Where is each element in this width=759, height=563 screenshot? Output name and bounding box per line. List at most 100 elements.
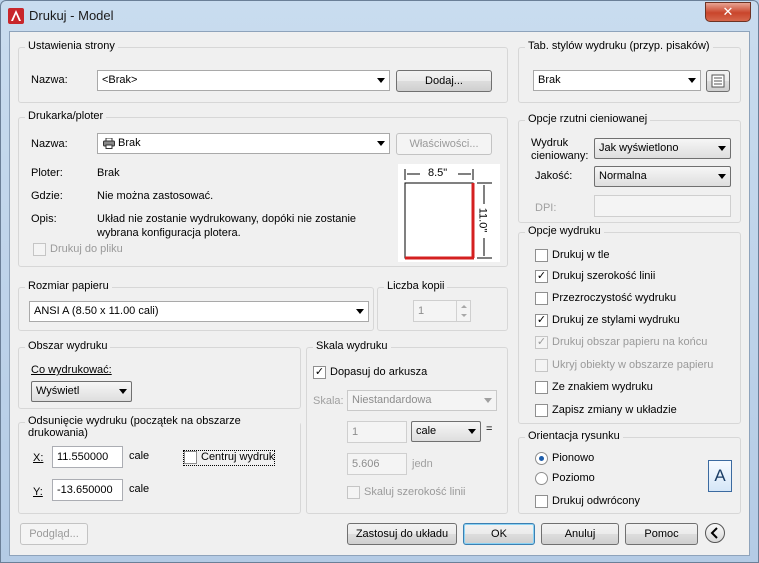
landscape-radio[interactable]: Poziomo [535,472,595,486]
edit-plot-style-button[interactable] [706,70,730,92]
option-checkbox[interactable]: ✓ Drukuj ze stylami wydruku [535,314,680,328]
checkbox-box [535,404,548,417]
offset-x-label: X: [33,452,44,464]
scale-unit2-label: jedn [412,458,433,470]
fit-to-paper-checkbox[interactable]: ✓ Dopasuj do arkusza [313,366,427,380]
shade-plot-select[interactable]: Jak wyświetlono [594,138,731,159]
scale-unit-select[interactable]: cale [411,421,481,442]
quality-select[interactable]: Normalna [594,166,731,187]
chevron-down-icon [688,78,696,83]
checkbox-box [535,495,548,508]
description-label: Opis: [31,213,57,225]
spin-arrows-icon [461,305,467,317]
plot-style-table-title: Tab. stylów wydruku (przyp. pisaków) [525,40,713,52]
copies-input[interactable]: 1 [413,300,471,322]
shade-plot-label-2: cieniowany: [531,150,589,162]
scale-value2-input[interactable]: 5.606 [347,453,407,475]
orientation-page-icon: A [708,460,732,492]
plot-offset-title: Odsunięcie wydruku (początek na obszarze… [25,415,300,439]
offset-y-label: Y: [33,486,43,498]
offset-x-input[interactable]: 11.550000 [52,446,123,468]
printer-name-select[interactable]: Brak [97,133,390,154]
option-checkbox[interactable]: ✓ Drukuj obszar papieru na końcu [535,336,707,350]
scale-value1-input[interactable]: 1 [347,421,407,443]
scale-value1: 1 [352,426,359,438]
checkbox-box: ✓ [535,314,548,327]
plot-options-title: Opcje wydruku [525,225,604,237]
title-bar[interactable]: Drukuj - Model ✕ [1,1,758,31]
upside-down-checkbox[interactable]: Drukuj odwrócony [535,495,640,509]
center-plot-checkbox[interactable]: Centruj wydruk [182,450,276,466]
checkbox-box [535,292,548,305]
chevron-down-icon [119,389,127,394]
option-checkbox[interactable]: Zapisz zmiany w układzie [535,404,677,418]
option-checkbox[interactable]: Ukryj obiekty w obszarze papieru [535,359,713,373]
checkbox-box [184,451,197,464]
checkbox-box [535,249,548,262]
copies-spinner[interactable] [456,301,470,321]
checkbox-box: ✓ [535,270,548,283]
ok-button[interactable]: OK [463,523,535,545]
scale-unit-value: cale [416,425,437,437]
paper-size-select[interactable]: ANSI A (8.50 x 11.00 cali) [29,301,369,322]
dpi-input[interactable] [594,195,731,217]
collapse-options-button[interactable] [705,523,725,543]
chevron-down-icon [377,141,385,146]
plot-scale-group: Skala wydruku ✓ Dopasuj do arkusza Skala:… [306,340,508,514]
plot-options-group: Opcje wydruku Drukuj w tle ✓ Drukuj szero… [518,225,741,424]
scale-select[interactable]: Niestandardowa [347,390,497,411]
dialog-client-area: Ustawienia strony Nazwa: <Brak> Dodaj...… [9,31,750,556]
paper-size-group: Rozmiar papieru ANSI A (8.50 x 11.00 cal… [18,280,374,331]
what-to-plot-label: Co wydrukować: [31,364,112,376]
option-checkbox[interactable]: Przezroczystość wydruku [535,292,676,306]
option-label: Ukryj obiekty w obszarze papieru [552,359,714,371]
option-checkbox[interactable]: Ze znakiem wydruku [535,381,653,395]
shade-plot-value: Jak wyświetlono [599,142,679,154]
orientation-title: Orientacja rysunku [525,430,623,442]
page-setup-name-select[interactable]: <Brak> [97,70,390,91]
quality-value: Normalna [599,170,647,182]
window-title: Drukuj - Model [29,8,114,23]
printer-title: Drukarka/ploter [25,110,107,122]
radio-dot [535,452,548,465]
chevron-down-icon [468,429,476,434]
page-setup-name-label: Nazwa: [31,74,68,86]
offset-y-input[interactable]: -13.650000 [52,479,123,501]
scale-lineweights-checkbox[interactable]: Skaluj szerokość linii [347,486,465,500]
plot-area-title: Obszar wydruku [25,340,111,352]
radio-dot [535,472,548,485]
offset-x-value: 11.550000 [57,451,109,463]
portrait-radio[interactable]: Pionowo [535,452,594,466]
preview-button[interactable]: Podgląd... [20,523,88,545]
cancel-button[interactable]: Anuluj [541,523,619,545]
help-button[interactable]: Pomoc [625,523,698,545]
option-checkbox[interactable]: ✓ Drukuj szerokość linii [535,270,655,284]
where-value: Nie można zastosować. [97,190,214,202]
option-label: Przezroczystość wydruku [552,292,677,304]
offset-x-unit: cale [129,450,150,462]
plot-style-table-select[interactable]: Brak [533,70,701,91]
upside-down-label: Drukuj odwrócony [552,495,641,507]
print-to-file-checkbox[interactable]: Drukuj do pliku [33,243,123,257]
copies-value: 1 [418,305,425,317]
checkbox-box [535,381,548,394]
properties-button[interactable]: Właściwości... [396,133,492,155]
scale-label: Skala: [313,395,344,407]
add-page-setup-button[interactable]: Dodaj... [396,70,492,92]
copies-title: Liczba kopii [384,280,448,292]
option-checkbox[interactable]: Drukuj w tle [535,249,609,263]
close-button[interactable]: ✕ [705,2,751,22]
print-dialog-window: Drukuj - Model ✕ Ustawienia strony Nazwa… [0,0,759,563]
orientation-letter: A [714,466,726,485]
apply-to-layout-button[interactable]: Zastosuj do układu [347,523,457,545]
what-to-plot-select[interactable]: Wyświetl [31,381,132,402]
chevron-down-icon [718,146,726,151]
plot-scale-title: Skala wydruku [313,340,391,352]
plotter-value: Brak [97,167,120,179]
plot-offset-group: Odsunięcie wydruku (początek na obszarze… [18,415,301,514]
chevron-down-icon [356,309,364,314]
printer-name-label: Nazwa: [31,138,68,150]
print-to-file-label: Drukuj do pliku [50,243,123,255]
copies-group: Liczba kopii 1 [377,280,508,331]
chevron-down-icon [718,174,726,179]
